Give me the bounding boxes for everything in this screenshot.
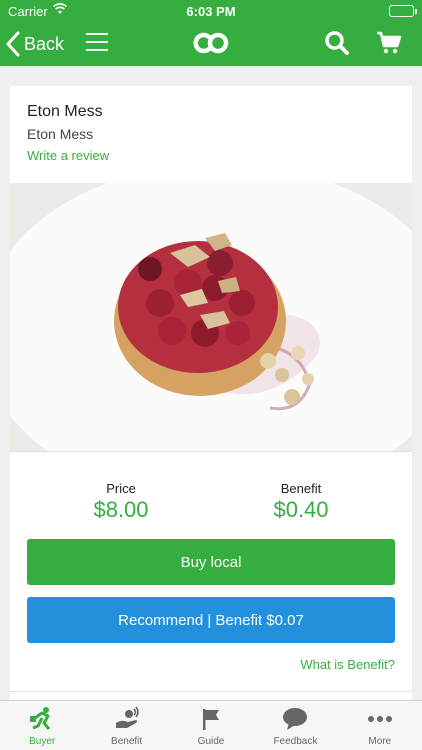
product-title: Eton Mess (27, 103, 103, 120)
flag-icon (203, 709, 220, 730)
tab-buyer-label: Buyer (29, 736, 56, 747)
tab-benefit[interactable]: Benefit (84, 701, 168, 750)
buyer-icon (30, 707, 51, 730)
tab-feedback-label: Feedback (273, 736, 318, 747)
battery-icon (389, 5, 417, 17)
benefit-value: $0.40 (273, 497, 329, 522)
back-label: Back (24, 33, 65, 54)
clock: 6:03 PM (186, 4, 236, 19)
tab-feedback[interactable]: Feedback (253, 701, 337, 750)
chevron-left-icon (6, 31, 20, 57)
cart-icon[interactable] (376, 30, 402, 61)
tab-more[interactable]: More (338, 701, 422, 750)
ellipsis-icon (367, 716, 392, 722)
write-review-link[interactable]: Write a review (27, 148, 109, 163)
photo-bottom-divider (10, 451, 412, 452)
tab-more-label: More (368, 736, 392, 747)
benefit-icon (115, 706, 139, 728)
price-value: $8.00 (93, 497, 149, 522)
buy-local-button[interactable]: Buy local (27, 539, 395, 585)
price-block: Price $8.00 (21, 481, 221, 523)
tab-guide[interactable]: Guide (169, 701, 253, 750)
search-icon[interactable] (324, 30, 350, 61)
status-bar: Carrier 6:03 PM (0, 0, 422, 22)
product-photo (10, 183, 412, 451)
navigation-bar: Back (0, 22, 422, 66)
tab-benefit-label: Benefit (111, 736, 143, 747)
speech-bubble-icon (283, 708, 308, 730)
price-label: Price (106, 481, 136, 496)
back-button[interactable]: Back (6, 28, 64, 60)
app-logo (192, 30, 230, 61)
product-subtitle: Eton Mess (27, 126, 94, 142)
benefit-label: Benefit (280, 481, 322, 496)
card-bottom-divider (10, 691, 412, 692)
tab-buyer[interactable]: Buyer (0, 701, 84, 750)
tab-guide-label: Guide (197, 736, 225, 747)
app-header: Carrier 6:03 PM Back (0, 0, 422, 66)
benefit-block: Benefit $0.40 (201, 481, 401, 523)
what-is-benefit-link[interactable]: What is Benefit? (300, 657, 395, 672)
tab-bar: Buyer Benefit Guide Feedback More (0, 700, 422, 750)
recommend-button[interactable]: Recommend | Benefit $0.07 (27, 597, 395, 643)
product-card: Eton Mess Eton Mess Write a review Price… (10, 86, 412, 706)
hamburger-menu-icon[interactable] (86, 33, 108, 53)
